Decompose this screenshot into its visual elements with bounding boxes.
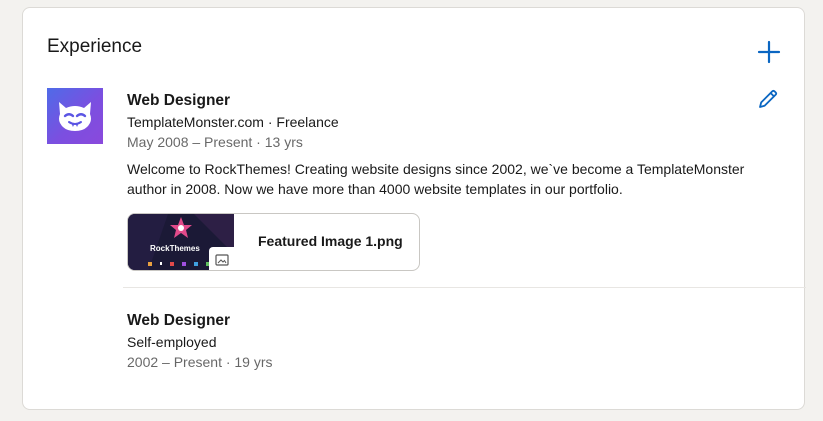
experience-entry: Web Designer TemplateMonster.com · Freel… [127, 91, 787, 199]
company-name: Self-employed [127, 334, 217, 350]
add-experience-button[interactable] [756, 39, 782, 65]
thumb-text: RockThemes [150, 244, 200, 253]
job-title: Web Designer [127, 92, 231, 109]
experience-entry: Web Designer Self-employed 2002 – Presen… [127, 311, 727, 372]
employment-dates: 2002 – Present · 19 yrs [127, 354, 273, 370]
plus-icon [757, 40, 781, 64]
image-icon [214, 253, 229, 266]
template-monster-logo [59, 102, 91, 131]
media-label: Featured Image 1.png [258, 233, 403, 249]
company-name: TemplateMonster.com · Freelance [127, 114, 339, 130]
company-logo[interactable] [47, 88, 103, 144]
employment-dates: May 2008 – Present · 13 yrs [127, 134, 303, 150]
section-title: Experience [47, 36, 143, 57]
job-description: Welcome to RockThemes! Creating website … [127, 161, 745, 197]
experience-card: Experience Web Designer TemplateMonster.… [22, 7, 806, 410]
job-title: Web Designer [127, 312, 231, 329]
entry-divider [123, 287, 806, 288]
media-type-badge [209, 247, 234, 270]
featured-media-item[interactable]: RockThemes Featured Image 1.png [127, 213, 420, 271]
